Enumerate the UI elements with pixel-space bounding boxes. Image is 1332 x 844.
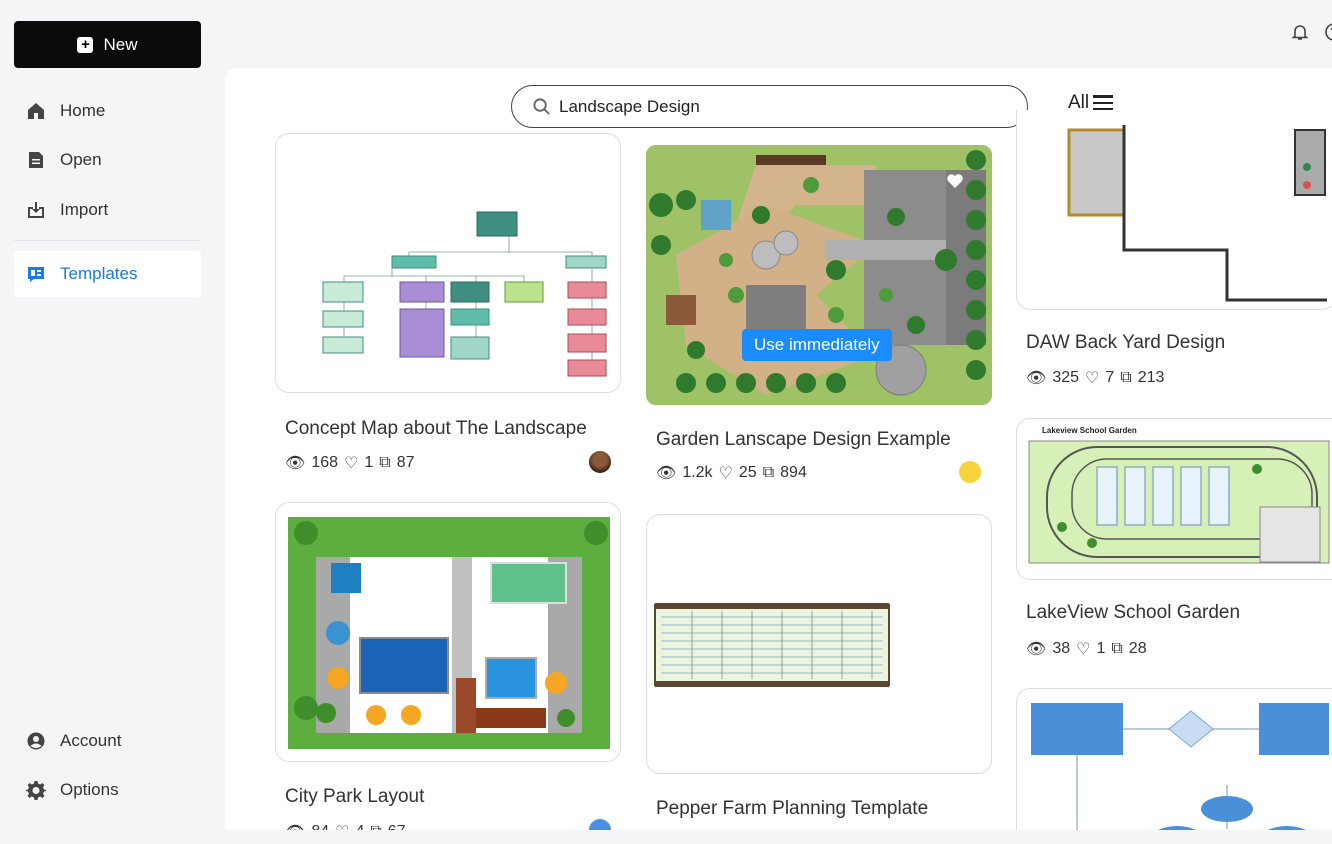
copies-count: 67 bbox=[388, 823, 406, 830]
heart-icon: ♡ bbox=[1076, 641, 1091, 658]
file-icon bbox=[29, 152, 43, 168]
sidebar-item-label: Templates bbox=[60, 264, 138, 283]
template-thumbnail[interactable] bbox=[275, 133, 621, 393]
lakeview-thumbnail: Lakeview School Garden bbox=[1028, 426, 1330, 564]
sidebar-item-label: Options bbox=[60, 780, 119, 799]
copy-icon: ⧉ bbox=[370, 823, 381, 830]
gear-icon bbox=[26, 781, 46, 800]
likes-count: 4 bbox=[355, 823, 364, 830]
sidebar-item-options[interactable]: Options bbox=[14, 767, 201, 813]
heart-icon[interactable] bbox=[946, 173, 964, 189]
city-park-thumbnail bbox=[288, 517, 610, 749]
avatar[interactable] bbox=[959, 461, 981, 483]
template-thumbnail[interactable] bbox=[1016, 110, 1332, 310]
search-icon bbox=[533, 98, 550, 115]
import-icon bbox=[28, 202, 44, 218]
views-icon: 👁 bbox=[285, 822, 305, 830]
templates-icon bbox=[28, 267, 44, 282]
bell-icon[interactable] bbox=[1290, 22, 1310, 42]
views-count: 38 bbox=[1052, 640, 1071, 657]
likes-count: 1 bbox=[1096, 640, 1106, 657]
help-menu[interactable]: ▾ bbox=[1324, 22, 1332, 42]
copy-icon: ⧉ bbox=[1111, 640, 1123, 657]
garden-thumbnail bbox=[646, 145, 992, 405]
likes-count: 1 bbox=[364, 454, 374, 471]
sidebar-item-label: Import bbox=[60, 200, 109, 219]
copy-icon: ⧉ bbox=[379, 454, 391, 471]
menu-icon bbox=[1093, 95, 1114, 111]
home-icon bbox=[28, 103, 44, 119]
card-title[interactable]: LakeView School Garden bbox=[1026, 602, 1240, 624]
views-icon: 👁 bbox=[656, 465, 677, 482]
views-icon: 👁 bbox=[1026, 370, 1047, 387]
sidebar: + New Home Open Import Templates Account… bbox=[0, 0, 225, 844]
sidebar-item-home[interactable]: Home bbox=[14, 88, 201, 134]
card-stats: 👁 38 ♡ 1 ⧉ 28 bbox=[1026, 639, 1147, 659]
views-icon: 👁 bbox=[285, 455, 306, 472]
sidebar-item-import[interactable]: Import bbox=[14, 187, 201, 233]
concept-map-thumbnail bbox=[322, 211, 607, 377]
thumbnail-title: Lakeview School Garden bbox=[1042, 426, 1137, 435]
er-diagram-thumbnail bbox=[1031, 703, 1329, 830]
template-thumbnail[interactable]: Use immediately bbox=[646, 145, 992, 405]
new-button[interactable]: + New bbox=[14, 21, 201, 68]
heart-icon: ♡ bbox=[718, 465, 733, 482]
use-immediately-button[interactable]: Use immediately bbox=[742, 329, 892, 361]
templates-panel: All bbox=[225, 68, 1332, 830]
sidebar-item-open[interactable]: Open bbox=[14, 137, 201, 183]
copy-icon: ⧉ bbox=[1120, 369, 1132, 386]
template-thumbnail[interactable] bbox=[1016, 688, 1332, 830]
card-title[interactable]: Garden Lanscape Design Example bbox=[656, 429, 951, 451]
help-icon bbox=[1325, 23, 1332, 41]
heart-icon: ♡ bbox=[335, 822, 349, 830]
likes-count: 25 bbox=[738, 464, 757, 481]
views-count: 325 bbox=[1052, 369, 1080, 386]
copies-count: 28 bbox=[1128, 640, 1147, 657]
sidebar-item-label: Home bbox=[60, 101, 106, 120]
heart-icon: ♡ bbox=[1085, 370, 1100, 387]
copies-count: 213 bbox=[1137, 369, 1165, 386]
sidebar-item-account[interactable]: Account bbox=[14, 718, 201, 764]
sidebar-item-label: Open bbox=[60, 150, 102, 169]
card-stats: 👁 84 ♡ 4 ⧉ 67 bbox=[285, 822, 406, 830]
card-title[interactable]: Pepper Farm Planning Template bbox=[656, 798, 928, 820]
card-stats: 👁 325 ♡ 7 ⧉ 213 bbox=[1026, 368, 1164, 388]
backyard-thumbnail bbox=[1067, 125, 1327, 302]
copies-count: 87 bbox=[396, 454, 415, 471]
topbar: ▾ bbox=[1202, 22, 1332, 42]
search-input[interactable] bbox=[559, 96, 979, 117]
avatar[interactable] bbox=[589, 451, 611, 473]
sidebar-item-templates[interactable]: Templates bbox=[14, 251, 201, 297]
search-bar[interactable] bbox=[511, 85, 1028, 128]
template-thumbnail[interactable] bbox=[275, 502, 621, 762]
heart-icon: ♡ bbox=[344, 455, 359, 472]
card-title[interactable]: Concept Map about The Landscape bbox=[285, 418, 587, 440]
card-stats: 👁 168 ♡ 1 ⧉ 87 bbox=[285, 453, 415, 473]
card-title[interactable]: City Park Layout bbox=[285, 786, 424, 808]
avatar[interactable] bbox=[589, 819, 611, 830]
account-icon bbox=[27, 732, 45, 750]
card-title[interactable]: DAW Back Yard Design bbox=[1026, 332, 1225, 354]
template-thumbnail[interactable]: Lakeview School Garden bbox=[1016, 418, 1332, 580]
card-stats: 👁 1.2k ♡ 25 ⧉ 894 bbox=[656, 463, 807, 483]
views-count: 84 bbox=[311, 823, 329, 830]
pepper-farm-thumbnail bbox=[654, 603, 890, 687]
views-icon: 👁 bbox=[1026, 641, 1047, 658]
plus-icon: + bbox=[77, 36, 94, 53]
template-thumbnail[interactable] bbox=[646, 514, 992, 774]
sidebar-divider bbox=[14, 240, 201, 241]
views-count: 168 bbox=[311, 454, 339, 471]
copy-icon: ⧉ bbox=[762, 464, 775, 481]
likes-count: 7 bbox=[1105, 369, 1115, 386]
views-count: 1.2k bbox=[682, 464, 713, 481]
new-button-label: New bbox=[103, 34, 138, 54]
sidebar-item-label: Account bbox=[60, 731, 122, 750]
copies-count: 894 bbox=[780, 464, 807, 481]
